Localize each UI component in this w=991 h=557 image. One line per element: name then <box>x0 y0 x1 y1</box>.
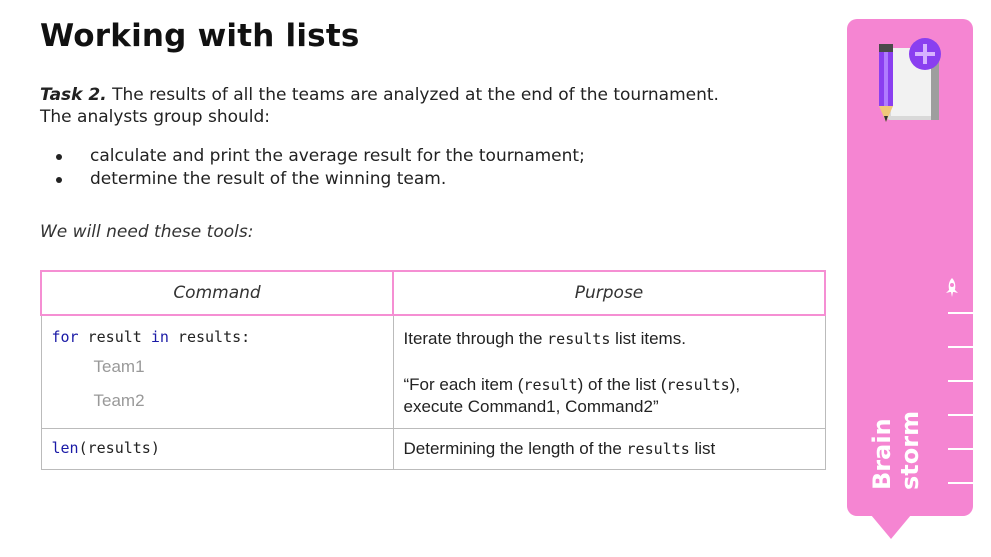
code-var: result <box>78 328 151 346</box>
purpose-code: results <box>547 330 611 348</box>
command-cell: for result in results: Team1 Team2 <box>40 314 394 429</box>
quote-code: result <box>523 376 578 394</box>
purpose-cell: Iterate through the results list items. … <box>392 314 826 429</box>
quote-text: ) of the list ( <box>577 375 667 394</box>
purpose-cell: Determining the length of the results li… <box>392 428 826 470</box>
quote-text: “For each item ( <box>403 375 524 394</box>
sidebar-arrow <box>871 515 911 539</box>
keyword-for: for <box>51 328 79 346</box>
tick <box>948 414 973 416</box>
purpose-text: Determining the length of the <box>403 439 627 458</box>
for-loop-code: for result in results: <box>52 328 383 350</box>
table-header-row: Command Purpose <box>40 270 826 316</box>
keyword-len: len <box>51 439 79 457</box>
command-cell: len(results) <box>40 428 394 470</box>
team2-line: Team2 <box>93 391 145 410</box>
tick <box>948 346 973 348</box>
purpose-line: Iterate through the results list items. <box>404 328 815 350</box>
code-iterable: results: <box>168 328 251 346</box>
notebook-pencil-plus-icon <box>879 38 941 122</box>
brain-word: Brain <box>868 418 896 490</box>
page-title: Working with lists <box>40 18 360 54</box>
task-bullet-list: calculate and print the average result f… <box>40 145 585 191</box>
purpose-text: list items. <box>610 329 686 348</box>
tools-intro: We will need these tools: <box>40 222 254 242</box>
task-label: Task 2. <box>40 85 107 105</box>
team1-line: Team1 <box>93 357 145 376</box>
commands-table: Command Purpose for result in results: T… <box>40 270 826 470</box>
table-row: for result in results: Team1 Team2 Itera… <box>40 314 826 429</box>
code-args: (results) <box>78 439 160 457</box>
tick <box>948 380 973 382</box>
header-purpose: Purpose <box>392 270 826 316</box>
bullet-item: determine the result of the winning team… <box>40 168 585 191</box>
purpose-text: Iterate through the <box>403 329 548 348</box>
quote-code: results <box>666 376 730 394</box>
tick <box>948 448 973 450</box>
table-row: len(results) Determining the length of t… <box>40 428 826 470</box>
brainstorm-label: Brain storm <box>868 411 924 490</box>
quote-text: ), <box>729 375 741 394</box>
len-code: len(results) <box>42 429 393 469</box>
tick <box>948 482 973 484</box>
task-description: Task 2. The results of all the teams are… <box>40 84 720 128</box>
purpose-quote: “For each item (result) of the list (res… <box>404 374 815 418</box>
rocket-icon <box>946 278 958 297</box>
quote-text: execute Command1, Command2” <box>403 397 659 416</box>
purpose-line: Determining the length of the results li… <box>394 429 825 469</box>
task-text: The results of all the teams are analyze… <box>40 85 719 127</box>
purpose-code: results <box>626 440 690 458</box>
storm-word: storm <box>896 410 924 490</box>
keyword-in: in <box>150 328 169 346</box>
tick <box>948 312 973 314</box>
bullet-item: calculate and print the average result f… <box>40 145 585 168</box>
header-command: Command <box>40 270 394 316</box>
purpose-text: list <box>689 439 716 458</box>
